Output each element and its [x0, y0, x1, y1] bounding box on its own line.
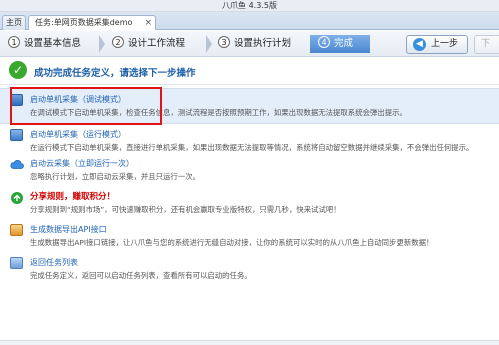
option-debug-run[interactable]: 启动单机采集（调试模式） 在调试模式下启动单机采集，检查任务信息，测试流程是否按… — [0, 88, 499, 124]
option-title[interactable]: 分享规则，赚取积分！ — [30, 191, 115, 203]
step-number: 1 — [8, 36, 20, 48]
window-bottom-edge — [0, 340, 499, 345]
step-separator-icon — [99, 35, 105, 53]
cloud-icon — [10, 158, 24, 170]
window-titlebar: 八爪鱼 4.3.5版 — [0, 0, 499, 12]
step-label: 设置执行计划 — [234, 38, 292, 49]
step-design-workflow[interactable]: 2 设计工作流程 — [112, 35, 185, 53]
list-icon — [10, 257, 23, 269]
tab-bar: 主页 任务:单网页数据采集demo × — [0, 12, 499, 30]
option-api-export[interactable]: 生成数据导出API接口 生成数据导出API接口链接，让八爪鱼与您的系统进行无缝自… — [0, 219, 499, 255]
success-banner: ✓ 成功完成任务定义，请选择下一步操作 — [0, 57, 499, 85]
step-finish[interactable]: 4 完成 — [310, 35, 370, 53]
tab-task[interactable]: 任务:单网页数据采集demo × — [28, 15, 156, 30]
api-icon — [10, 224, 23, 236]
share-icon — [10, 191, 23, 204]
step-label: 设置基本信息 — [24, 38, 82, 49]
option-description: 在调试模式下启动单机采集，检查任务信息，测试流程是否按照预期工作，如果出现数据无… — [30, 108, 407, 117]
step-label: 完成 — [334, 38, 354, 49]
option-title[interactable]: 返回任务列表 — [30, 257, 78, 269]
step-label: 设计工作流程 — [128, 38, 186, 49]
option-description: 在运行模式下启动单机采集，直接进行单机采集，如果出现数据无法提取等情况，系统将自… — [30, 143, 474, 152]
step-basic-info[interactable]: 1 设置基本信息 — [8, 35, 81, 53]
tab-home[interactable]: 主页 — [2, 15, 26, 30]
option-description: 完成任务定义，返回可以启动任务列表，查看所有可以启动的任务。 — [30, 271, 252, 280]
option-description: 生成数据导出API接口链接，让八爪鱼与您的系统进行无缝自动对接，让你的系统可以实… — [30, 238, 434, 247]
check-icon: ✓ — [9, 61, 27, 79]
close-icon[interactable]: × — [144, 16, 152, 30]
next-step-label: 下 — [481, 39, 491, 49]
option-description: 分享规则到“规则市场”，可快速赚取积分，还有机会赢取专业版特权，只需几秒，快来试… — [30, 205, 341, 214]
option-share-rule[interactable]: 分享规则，赚取积分！ 分享规则到“规则市场”，可快速赚取积分，还有机会赢取专业版… — [0, 186, 499, 222]
option-title[interactable]: 启动单机采集（调试模式） — [30, 94, 126, 106]
step-separator-icon — [206, 35, 212, 53]
prev-step-label: 上一步 — [431, 39, 459, 49]
option-cloud-run[interactable]: 启动云采集（立即运行一次） 忽略执行计划，立即启动云采集，并且只运行一次。 — [0, 153, 499, 189]
next-step-button[interactable]: 下 — [474, 35, 499, 54]
option-description: 忽略执行计划，立即启动云采集，并且只运行一次。 — [30, 172, 200, 181]
wizard-steps: 1 设置基本信息 2 设计工作流程 3 设置执行计划 4 完成 ◀ 上一步 下 — [0, 31, 499, 57]
option-title[interactable]: 启动单机采集（运行模式） — [30, 129, 126, 141]
window-title: 八爪鱼 4.3.5版 — [222, 1, 277, 10]
local-run-icon — [10, 129, 23, 141]
step-schedule[interactable]: 3 设置执行计划 — [218, 35, 291, 53]
debug-run-icon — [10, 94, 23, 106]
option-title[interactable]: 启动云采集（立即运行一次） — [30, 158, 134, 170]
prev-step-button[interactable]: ◀ 上一步 — [406, 35, 468, 54]
option-title[interactable]: 生成数据导出API接口 — [30, 224, 107, 236]
back-arrow-icon: ◀ — [413, 38, 426, 51]
tab-task-label: 任务:单网页数据采集demo — [35, 18, 133, 27]
success-message: 成功完成任务定义，请选择下一步操作 — [34, 68, 196, 79]
option-task-list[interactable]: 返回任务列表 完成任务定义，返回可以启动任务列表，查看所有可以启动的任务。 — [0, 252, 499, 288]
step-number: 4 — [318, 36, 330, 48]
step-number: 2 — [112, 36, 124, 48]
step-number: 3 — [218, 36, 230, 48]
